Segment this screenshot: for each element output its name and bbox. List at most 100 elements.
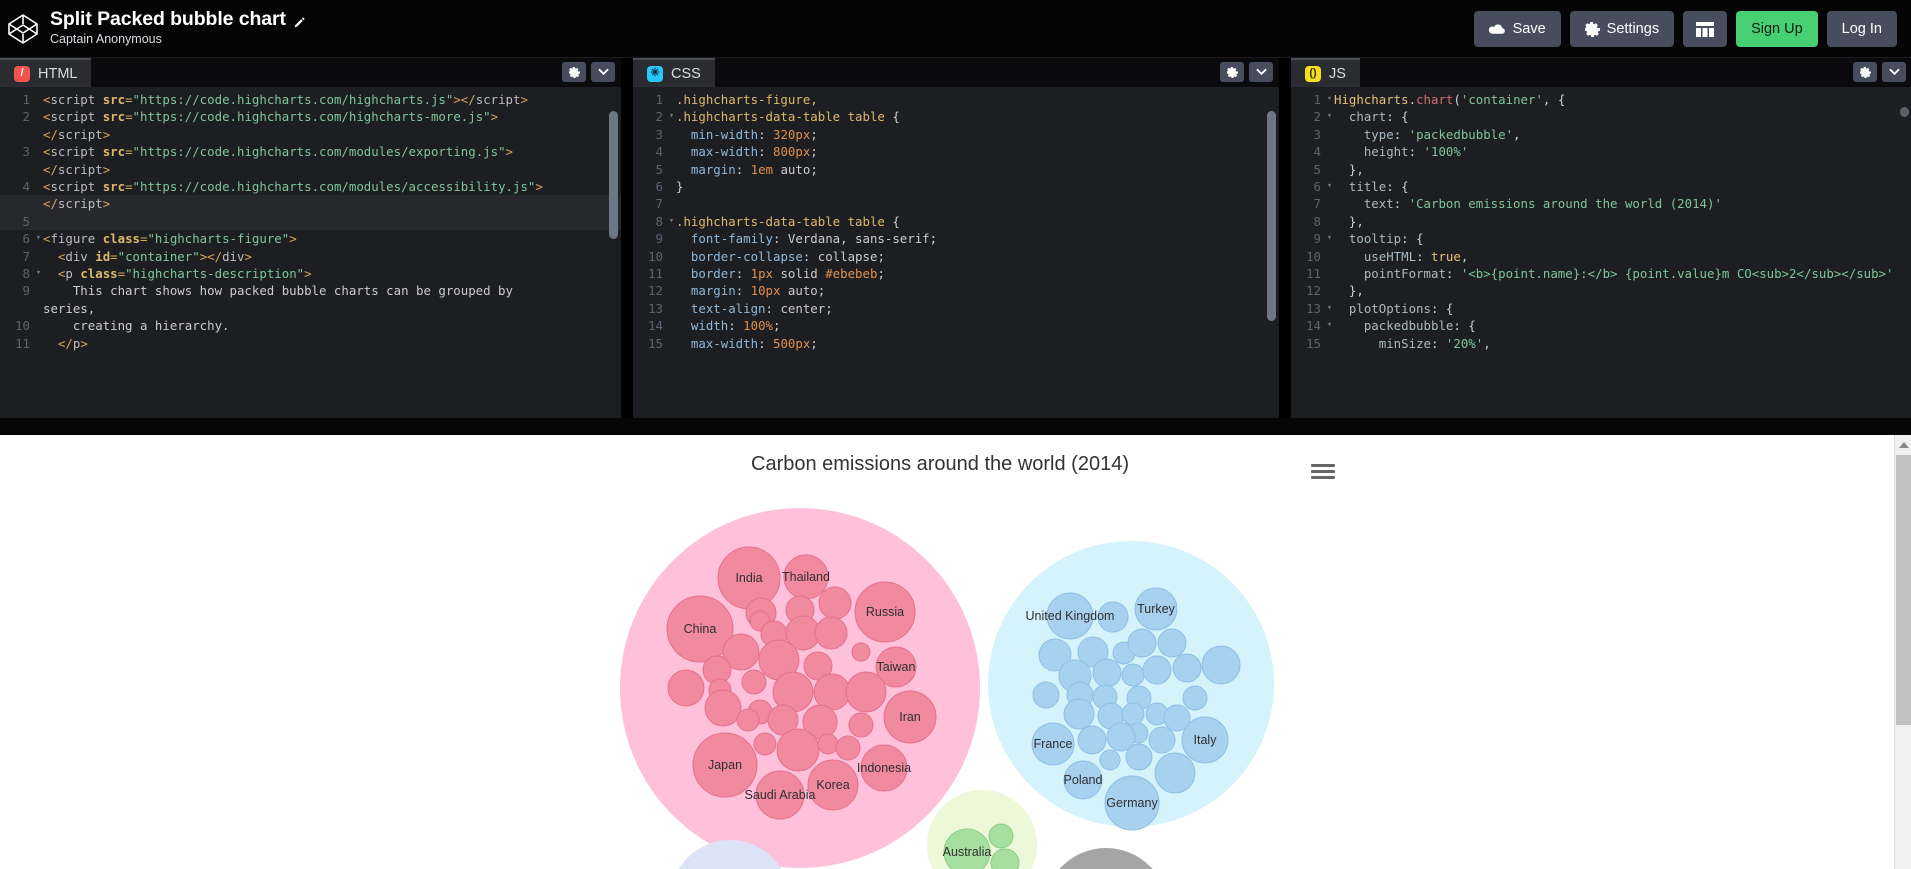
signup-button[interactable]: Sign Up [1736, 11, 1818, 47]
bubble-point[interactable] [818, 586, 852, 620]
bubble-point[interactable] [1127, 628, 1157, 658]
fold-arrow-icon[interactable]: ▾ [1325, 108, 1334, 125]
fold-arrow-icon[interactable]: ▾ [1325, 300, 1334, 317]
code-text: This chart shows how packed bubble chart… [43, 283, 513, 299]
pen-author[interactable]: Captain Anonymous [50, 31, 306, 48]
fold-arrow-icon[interactable]: ▾ [667, 213, 676, 230]
html-code-area[interactable]: 1 <script src="https://code.highcharts.co… [0, 87, 621, 418]
js-code-area[interactable]: 1 ▾ Highcharts.chart('container', {2 ▾ char… [1291, 87, 1911, 418]
js-scrollbar[interactable] [1900, 107, 1909, 117]
fold-arrow-icon[interactable]: ▾ [667, 108, 676, 125]
fold-arrow-icon[interactable]: ▾ [1325, 230, 1334, 247]
tab-css[interactable]: ✳ CSS [633, 58, 715, 87]
bubble-point[interactable] [1077, 725, 1107, 755]
bubble-point[interactable] [1125, 743, 1153, 771]
fold-arrow-icon[interactable]: ▾ [1325, 91, 1334, 108]
bubble-point[interactable] [741, 669, 767, 695]
bubble-point[interactable] [704, 689, 742, 727]
bubble-point[interactable] [1157, 628, 1187, 658]
code-line: 2 ▾ .highcharts-data-table table { [633, 108, 1279, 125]
css-chevron-down-icon[interactable] [1249, 62, 1273, 82]
bubble-label: France [1034, 737, 1073, 751]
bubble-point[interactable] [851, 642, 871, 662]
pencil-icon[interactable] [293, 13, 306, 28]
packed-bubble-chart[interactable]: China India Thailand Russia Taiwan Iran Indone… [0, 435, 1880, 869]
html-settings-icon[interactable] [562, 62, 586, 82]
bubble-point[interactable] [988, 823, 1014, 849]
preview-scrollbar-thumb[interactable] [1896, 455, 1911, 725]
css-scrollbar[interactable] [1267, 111, 1276, 321]
code-line: 3 type: 'packedbubble', [1291, 126, 1911, 143]
bubble-point[interactable] [667, 669, 705, 707]
fold-arrow-icon [667, 91, 676, 108]
bubble-point[interactable] [1182, 685, 1208, 711]
bubble-point[interactable] [848, 712, 874, 738]
line-number: 9 [655, 231, 663, 247]
line-number: 1 [22, 92, 30, 107]
bubble-point[interactable] [1154, 752, 1196, 794]
fold-arrow-icon[interactable]: ▾ [34, 230, 43, 247]
html-scrollbar[interactable] [609, 111, 618, 239]
html-editor-pane: / HTML 1 <script src="https://code.highch… [0, 58, 621, 418]
fold-arrow-icon[interactable]: ▾ [1325, 317, 1334, 334]
fold-arrow-icon [34, 248, 43, 265]
tab-html[interactable]: / HTML [0, 58, 92, 87]
code-line: 5 }, [1291, 161, 1911, 178]
code-line: 15 max-width: 500px; [633, 335, 1279, 352]
bubble-point[interactable] [817, 733, 839, 755]
bubble-point[interactable] [1142, 655, 1172, 685]
code-text: </script> [43, 126, 111, 142]
code-line: 5 [0, 212, 621, 231]
line-number: 2 [22, 109, 30, 125]
bubble-point[interactable] [736, 708, 760, 732]
save-button[interactable]: Save [1473, 11, 1561, 47]
fold-arrow-icon [1325, 143, 1334, 160]
login-button[interactable]: Log In [1826, 11, 1897, 47]
css-code-area[interactable]: 1 .highcharts-figure, 2 ▾ .highcharts-data-t… [633, 87, 1279, 418]
fold-arrow-icon[interactable]: ▾ [34, 265, 43, 282]
bubble-label: Turkey [1137, 602, 1175, 616]
settings-button[interactable]: Settings [1569, 11, 1675, 47]
codepen-logo-icon[interactable] [6, 12, 40, 46]
bubble-point[interactable] [1092, 658, 1122, 688]
bubble-point[interactable] [845, 671, 887, 713]
layout-button[interactable] [1683, 11, 1728, 47]
bubble-point[interactable] [1121, 663, 1145, 687]
html-chevron-down-icon[interactable] [591, 62, 615, 82]
bubble-point[interactable] [753, 732, 777, 756]
tab-js[interactable]: () JS [1291, 58, 1360, 87]
bubble-point[interactable] [1163, 704, 1191, 732]
fold-arrow-icon [34, 335, 43, 352]
bubble-label: India [735, 571, 762, 585]
line-number: 10 [648, 248, 663, 264]
bubble-point[interactable] [1099, 749, 1121, 771]
bubble-label: Poland [1064, 773, 1103, 787]
bubble-point[interactable] [1201, 645, 1241, 685]
js-settings-icon[interactable] [1853, 62, 1877, 82]
bubble-point[interactable] [1172, 653, 1202, 683]
js-pane-header: () JS [1291, 58, 1911, 87]
line-number: 4 [655, 144, 663, 160]
js-chevron-down-icon[interactable] [1882, 62, 1906, 82]
bubble-point[interactable] [1063, 698, 1095, 730]
code-line: 7 <div id="container"></div> [0, 248, 621, 265]
scroll-up-arrow-icon[interactable] [1899, 442, 1909, 448]
tab-js-label: JS [1329, 65, 1346, 82]
code-text: </p> [57, 335, 88, 351]
bubble-point[interactable] [1148, 726, 1176, 754]
editor-preview-divider[interactable] [0, 418, 1911, 435]
hamburger-menu-icon[interactable] [1311, 464, 1335, 484]
bubble-label: Indonesia [857, 761, 911, 775]
tab-html-label: HTML [38, 65, 78, 82]
bubble-point[interactable] [1121, 702, 1145, 726]
settings-button-label: Settings [1606, 21, 1660, 37]
code-text: <script src="https://code.highcharts.com… [43, 109, 499, 125]
bubble-point[interactable] [1032, 681, 1060, 709]
preview-scrollbar[interactable] [1894, 435, 1911, 869]
bubble-point[interactable] [776, 728, 820, 772]
fold-arrow-icon[interactable]: ▾ [1325, 178, 1334, 195]
fold-arrow-icon [1325, 248, 1334, 265]
bubble-point[interactable] [835, 735, 861, 761]
css-settings-icon[interactable] [1220, 62, 1244, 82]
bubble-point[interactable] [814, 616, 848, 650]
